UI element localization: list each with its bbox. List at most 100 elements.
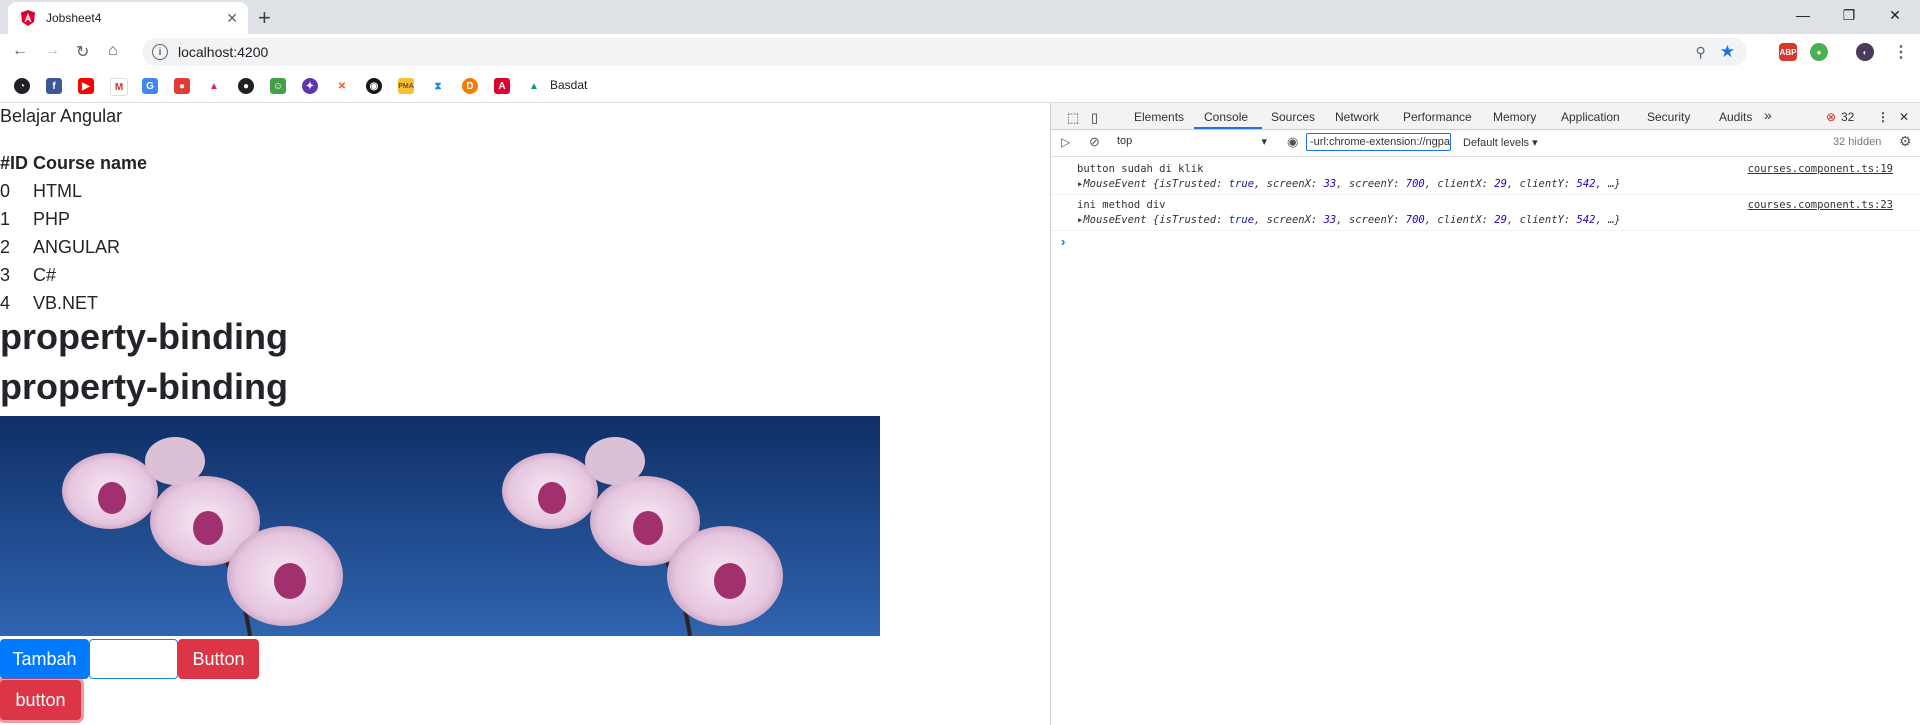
- avatar[interactable]: ◐: [1856, 43, 1874, 61]
- log-levels-dropdown[interactable]: Default levels ▾: [1463, 136, 1538, 149]
- address-bar[interactable]: i localhost:4200 ⚲ ★: [142, 38, 1747, 66]
- focused-danger-button[interactable]: button: [0, 680, 81, 720]
- pma-icon[interactable]: PMA: [398, 78, 414, 94]
- clienty-value: 542: [1576, 214, 1596, 226]
- course-name: ANGULAR: [33, 236, 121, 257]
- tab-sources[interactable]: Sources: [1271, 110, 1315, 124]
- drive-icon[interactable]: ▲: [526, 78, 542, 94]
- device-toolbar-icon[interactable]: ▯: [1091, 110, 1098, 126]
- youtube-icon[interactable]: ▶: [78, 78, 94, 94]
- close-devtools-icon[interactable]: ✕: [1899, 110, 1909, 124]
- inspect-icon[interactable]: ⬚: [1067, 110, 1079, 126]
- triangle-icon[interactable]: ▲: [206, 78, 222, 94]
- levels-label: Default levels: [1463, 137, 1530, 149]
- hourglass-icon[interactable]: ⧗: [430, 78, 446, 94]
- course-id: 3: [0, 264, 11, 285]
- screenx-value: 33: [1323, 214, 1337, 226]
- bookmark-basdat[interactable]: Basdat: [550, 78, 587, 92]
- tab-application[interactable]: Application: [1561, 110, 1620, 124]
- column-header-id: #ID: [0, 152, 29, 173]
- browser-tab[interactable]: Jobsheet4 ✕: [8, 2, 248, 34]
- github-icon[interactable]: ◉: [366, 78, 382, 94]
- tab-elements[interactable]: Elements: [1134, 110, 1184, 124]
- gear-icon[interactable]: ⚙: [1899, 133, 1912, 150]
- filter-input[interactable]: -url:chrome-extension://ngpa: [1306, 133, 1451, 151]
- table-row: 2 ANGULAR: [0, 233, 147, 261]
- home-icon[interactable]: ⌂: [108, 42, 118, 60]
- bookmark-star-icon[interactable]: ★: [1720, 42, 1735, 62]
- angular-icon: [21, 10, 35, 26]
- object-preview[interactable]: ▸MouseEvent {isTrusted: true, screenX: 3…: [1077, 178, 1621, 190]
- error-count[interactable]: 32: [1841, 110, 1854, 124]
- hat-icon[interactable]: ●: [238, 78, 254, 94]
- course-id: 1: [0, 208, 11, 229]
- new-tab-icon[interactable]: +: [258, 5, 271, 31]
- more-tabs-icon[interactable]: »: [1764, 107, 1772, 123]
- x-icon[interactable]: ✕: [334, 78, 350, 94]
- devtools-menu-icon[interactable]: ⋮: [1877, 110, 1889, 124]
- course-id: 4: [0, 292, 11, 313]
- table-row: 0 HTML: [0, 177, 147, 205]
- menu-icon[interactable]: ⋮: [1893, 42, 1909, 62]
- log-source-link[interactable]: courses.component.ts:23: [1748, 199, 1893, 211]
- forward-icon[interactable]: →: [44, 42, 60, 60]
- error-icon[interactable]: ⊗: [1826, 110, 1836, 124]
- tab-network[interactable]: Network: [1335, 110, 1379, 124]
- robot-icon[interactable]: ☺: [270, 78, 286, 94]
- console-message: button sudah di klik courses.component.t…: [1051, 158, 1920, 195]
- adblock-icon[interactable]: ABP: [1779, 43, 1797, 61]
- translate-icon[interactable]: G: [142, 78, 158, 94]
- bookmarks-bar: ◔ f ▶ M G ● ▲ ● ☺ ✦ ✕ ◉ PMA ⧗ D A ▲ Basd…: [0, 70, 1920, 103]
- course-name: HTML: [33, 180, 82, 201]
- danger-button[interactable]: Button: [178, 639, 259, 679]
- url-text[interactable]: localhost:4200: [178, 44, 1695, 60]
- clear-console-icon[interactable]: ⊘: [1089, 134, 1100, 150]
- facebook-icon[interactable]: f: [46, 78, 62, 94]
- filter-text: -url:chrome-extension://ngpa: [1310, 136, 1451, 148]
- minimize-icon[interactable]: —: [1780, 0, 1826, 30]
- speed-icon[interactable]: ◔: [14, 78, 30, 94]
- context-selector[interactable]: top ▾: [1117, 135, 1267, 151]
- restore-icon[interactable]: ❐: [1826, 0, 1872, 30]
- column-header-course: Course name: [33, 152, 148, 173]
- log-source-link[interactable]: courses.component.ts:19: [1748, 163, 1893, 175]
- zoom-icon[interactable]: ⚲: [1695, 44, 1705, 61]
- close-window-icon[interactable]: ✕: [1872, 0, 1918, 30]
- tab-audits[interactable]: Audits: [1719, 110, 1752, 124]
- context-label: top: [1117, 135, 1133, 147]
- tambah-button[interactable]: Tambah: [0, 639, 89, 679]
- back-icon[interactable]: ←: [12, 42, 28, 60]
- object-preview[interactable]: ▸MouseEvent {isTrusted: true, screenX: 3…: [1077, 214, 1621, 226]
- table-header-row: #ID Course name: [0, 149, 147, 177]
- close-tab-icon[interactable]: ✕: [226, 10, 238, 27]
- istrusted-value: true: [1228, 178, 1255, 190]
- console-message: ini method div courses.component.ts:23 ▸…: [1051, 194, 1920, 231]
- console-prompt-icon[interactable]: ›: [1061, 234, 1065, 249]
- table-row: 3 C#: [0, 261, 147, 289]
- tab-memory[interactable]: Memory: [1493, 110, 1536, 124]
- tab-performance[interactable]: Performance: [1403, 110, 1472, 124]
- text-input[interactable]: [89, 639, 178, 679]
- eye-icon[interactable]: ◉: [1287, 134, 1298, 150]
- heading-property-binding: property-binding: [0, 316, 288, 357]
- event-type: MouseEvent: [1083, 214, 1147, 226]
- tab-security[interactable]: Security: [1647, 110, 1690, 124]
- tab-strip: Jobsheet4 ✕ + — ❐ ✕: [0, 0, 1920, 34]
- game-icon[interactable]: ●: [174, 78, 190, 94]
- gmail-icon[interactable]: M: [110, 78, 128, 96]
- log-text: button sudah di klik: [1077, 163, 1204, 175]
- page-title: Belajar Angular: [0, 106, 123, 126]
- info-icon[interactable]: i: [152, 44, 168, 60]
- chevron-down-icon: ▾: [1261, 136, 1267, 148]
- clienty-value: 542: [1576, 178, 1596, 190]
- course-id: 0: [0, 180, 11, 201]
- reload-icon[interactable]: ↻: [76, 42, 89, 62]
- sidebar-toggle-icon[interactable]: ▷: [1061, 135, 1070, 149]
- tab-console[interactable]: Console: [1204, 110, 1248, 124]
- image-row: [0, 416, 880, 636]
- seal-icon[interactable]: ✦: [302, 78, 318, 94]
- duckduckgo-icon[interactable]: D: [462, 78, 478, 94]
- extension-icon[interactable]: ●: [1810, 43, 1828, 61]
- heading-property-binding: property-binding: [0, 366, 288, 407]
- angular-bookmark-icon[interactable]: A: [494, 78, 510, 94]
